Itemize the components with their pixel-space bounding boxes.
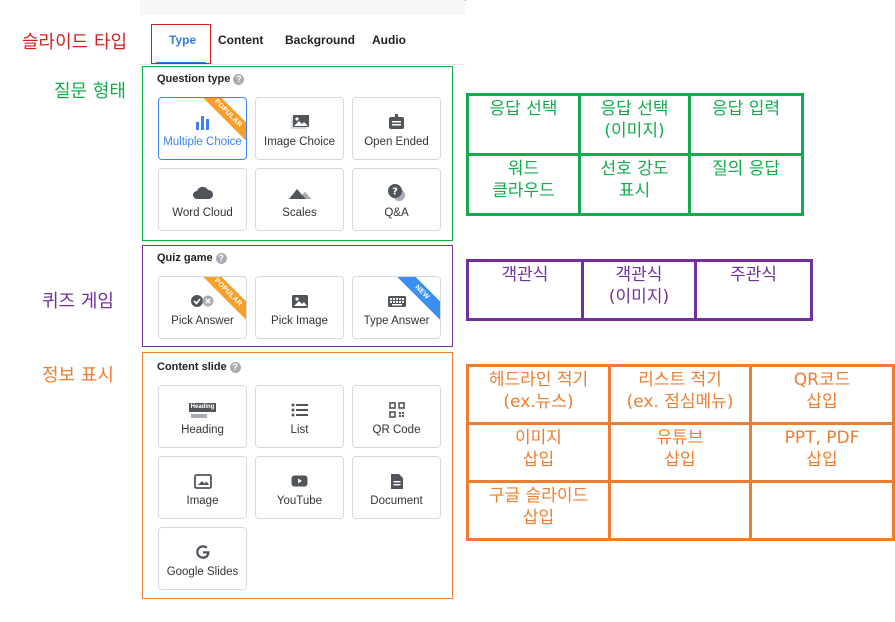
card-pick-answer[interactable]: Pick Answer POPULAR <box>158 276 247 339</box>
table-cell: 헤드라인 적기 (ex.뉴스) <box>466 364 611 425</box>
card-label: Image <box>186 495 219 507</box>
annotation-question-form: 질문 형태 <box>54 81 126 102</box>
annotation-slide-type: 슬라이드 타입 <box>22 32 128 53</box>
card-label: Scales <box>282 207 317 219</box>
help-icon[interactable]: ? <box>229 362 241 373</box>
question-type-section: Question type? Multiple Choice POPULAR I… <box>142 66 453 241</box>
tab-audio[interactable]: Audio <box>372 33 406 47</box>
card-label: Word Cloud <box>172 207 233 219</box>
annotation-info-display: 정보 표시 <box>42 365 114 386</box>
table-cell: 응답 선택 <box>466 93 581 156</box>
content-slide-section: Content slide? Heading Heading List QR C… <box>142 352 453 599</box>
qr-code-icon <box>353 400 440 420</box>
heading-icon: Heading <box>159 400 246 420</box>
youtube-icon <box>256 471 343 491</box>
card-list[interactable]: List <box>255 385 344 448</box>
list-icon <box>256 400 343 420</box>
table-cell: 질의 응답 <box>688 153 804 216</box>
table-cell: 선호 강도 표시 <box>578 153 691 216</box>
image-icon <box>256 291 343 311</box>
table-cell: 객관식 (이미지) <box>581 259 697 321</box>
table-cell: 유튜브 삽입 <box>608 422 752 483</box>
mountain-icon <box>256 183 343 203</box>
card-document[interactable]: Document <box>352 456 441 519</box>
open-ended-icon <box>353 112 440 132</box>
card-pick-image[interactable]: Pick Image <box>255 276 344 339</box>
svg-text:?: ? <box>392 187 398 198</box>
card-open-ended[interactable]: Open Ended <box>352 97 441 160</box>
card-qr-code[interactable]: QR Code <box>352 385 441 448</box>
table-cell <box>608 480 752 541</box>
tab-background[interactable]: Background <box>285 33 355 47</box>
card-label: Pick Answer <box>171 315 234 327</box>
google-icon <box>159 542 246 562</box>
card-label: Type Answer <box>363 315 430 327</box>
content-slide-table: 헤드라인 적기 (ex.뉴스) 리스트 적기 (ex. 점심메뉴) QR코드 삽… <box>466 364 895 541</box>
content-slide-header: Content slide? <box>157 361 241 373</box>
question-bubble-icon: ? <box>353 183 440 203</box>
card-image-choice[interactable]: Image Choice <box>255 97 344 160</box>
card-label: Document <box>370 495 423 507</box>
table-cell <box>749 480 895 541</box>
image-frame-icon <box>159 471 246 491</box>
document-icon <box>353 471 440 491</box>
table-cell: 이미지 삽입 <box>466 422 611 483</box>
quiz-game-section: Quiz game? Pick Answer POPULAR Pick Imag… <box>142 245 453 347</box>
tab-highlight-box <box>151 24 211 64</box>
card-google-slides[interactable]: Google Slides <box>158 527 247 590</box>
card-label: Multiple Choice <box>163 136 242 148</box>
card-label: QR Code <box>372 424 421 436</box>
card-label: Pick Image <box>271 315 328 327</box>
quiz-game-header: Quiz game? <box>157 252 227 264</box>
card-word-cloud[interactable]: Word Cloud <box>158 168 247 231</box>
help-icon[interactable]: ? <box>215 253 227 264</box>
card-label: Google Slides <box>166 566 239 578</box>
image-icon <box>256 112 343 132</box>
help-icon[interactable]: ? <box>233 74 245 85</box>
card-youtube[interactable]: YouTube <box>255 456 344 519</box>
card-image[interactable]: Image <box>158 456 247 519</box>
card-label: Heading <box>181 424 224 436</box>
card-heading[interactable]: Heading Heading <box>158 385 247 448</box>
card-scales[interactable]: Scales <box>255 168 344 231</box>
panel-top-strip <box>140 0 465 15</box>
card-label: Q&A <box>384 207 409 219</box>
card-label: Image Choice <box>264 136 335 148</box>
table-cell: PPT, PDF 삽입 <box>749 422 895 483</box>
question-type-table: 응답 선택 응답 선택 (이미지) 응답 입력 워드 클라우드 선호 강도 표시… <box>466 93 804 216</box>
table-cell: 응답 선택 (이미지) <box>578 93 691 156</box>
card-qa[interactable]: ? Q&A <box>352 168 441 231</box>
tab-content[interactable]: Content <box>218 33 263 47</box>
table-cell: 주관식 <box>694 259 813 321</box>
card-label: Open Ended <box>364 136 429 148</box>
table-cell: 응답 입력 <box>688 93 804 156</box>
quiz-game-table: 객관식 객관식 (이미지) 주관식 <box>466 259 813 321</box>
cloud-icon <box>159 183 246 203</box>
card-multiple-choice[interactable]: Multiple Choice POPULAR <box>158 97 247 160</box>
table-cell: 구글 슬라이드 삽입 <box>466 480 611 541</box>
table-cell: 워드 클라우드 <box>466 153 581 216</box>
annotation-quiz-game: 퀴즈 게임 <box>42 291 114 312</box>
table-cell: 리스트 적기 (ex. 점심메뉴) <box>608 364 752 425</box>
card-label: List <box>290 424 309 436</box>
card-type-answer[interactable]: Type Answer NEW <box>352 276 441 339</box>
table-cell: QR코드 삽입 <box>749 364 895 425</box>
question-type-header: Question type? <box>157 73 245 85</box>
table-cell: 객관식 <box>466 259 584 321</box>
card-label: YouTube <box>276 495 323 507</box>
